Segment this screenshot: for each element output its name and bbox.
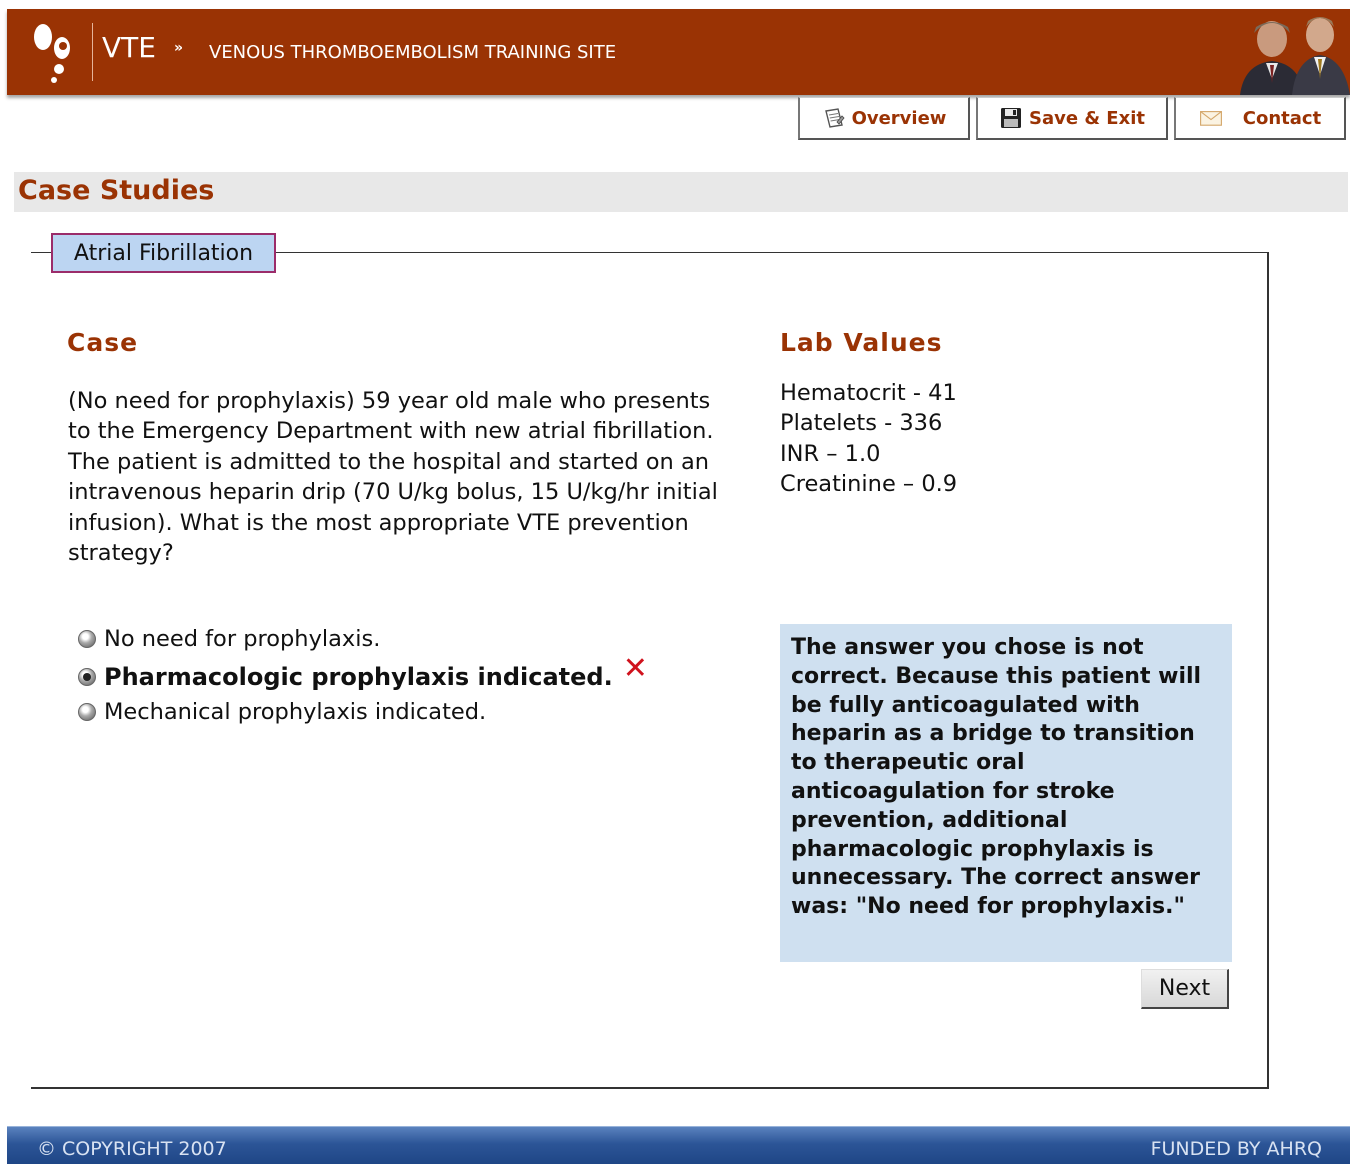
radio-no-prophylaxis[interactable] xyxy=(78,630,96,648)
floppy-disk-icon xyxy=(1001,108,1022,128)
contact-button[interactable]: Contact xyxy=(1174,97,1346,140)
lab-value-creatinine: Creatinine – 0.9 xyxy=(780,471,958,498)
contact-label: Contact xyxy=(1242,107,1322,129)
next-button[interactable]: Next xyxy=(1141,969,1229,1009)
frame-border-right xyxy=(1267,252,1269,1089)
feedback-text: The answer you chose is not correct. Bec… xyxy=(791,635,1202,920)
case-description: (No need for prophylaxis) 59 year old ma… xyxy=(68,388,718,567)
overview-label: Overview xyxy=(851,107,947,129)
frame-border-bottom xyxy=(31,1087,1269,1089)
option-pharmacologic-prophylaxis[interactable]: Pharmacologic prophylaxis indicated. ✕ xyxy=(78,654,648,692)
copyright-text: © COPYRIGHT 2007 xyxy=(37,1138,227,1160)
funding-text: FUNDED BY AHRQ xyxy=(1150,1138,1322,1160)
option-label: No need for prophylaxis. xyxy=(104,626,381,652)
option-no-prophylaxis[interactable]: No need for prophylaxis. xyxy=(78,626,380,652)
overview-button[interactable]: Overview xyxy=(798,97,970,140)
save-exit-label: Save & Exit xyxy=(1029,107,1145,129)
notepad-icon xyxy=(824,108,845,128)
radio-pharmacologic-prophylaxis[interactable] xyxy=(78,668,96,686)
page-title-bar: Case Studies xyxy=(14,172,1348,212)
site-abbreviation: VTE xyxy=(102,31,156,64)
lab-value-hematocrit: Hematocrit - 41 xyxy=(780,380,957,406)
site-header: VTE » VENOUS THROMBOEMBOLISM TRAINING SI… xyxy=(7,9,1350,95)
header-divider xyxy=(92,23,93,81)
save-exit-button[interactable]: Save & Exit xyxy=(976,97,1168,140)
envelope-icon xyxy=(1199,111,1222,126)
page-title: Case Studies xyxy=(18,175,215,206)
lab-values-heading: Lab Values xyxy=(780,328,943,357)
lab-value-inr: INR – 1.0 xyxy=(780,440,881,467)
option-label: Mechanical prophylaxis indicated. xyxy=(104,699,487,725)
site-footer: © COPYRIGHT 2007 FUNDED BY AHRQ xyxy=(7,1126,1350,1164)
radio-mechanical-prophylaxis[interactable] xyxy=(78,703,96,721)
lab-values-list: Hematocrit - 41 Platelets - 336 INR – 1.… xyxy=(780,378,957,500)
site-name: VENOUS THROMBOEMBOLISM TRAINING SITE xyxy=(209,42,617,63)
incorrect-x-icon: ✕ xyxy=(622,651,648,686)
option-mechanical-prophylaxis[interactable]: Mechanical prophylaxis indicated. xyxy=(78,699,486,725)
vte-logo-icon xyxy=(34,24,70,83)
feedback-box: The answer you chose is not correct. Bec… xyxy=(780,624,1232,962)
header-separator: » xyxy=(174,40,184,56)
option-label: Pharmacologic prophylaxis indicated. xyxy=(104,663,613,691)
case-heading: Case xyxy=(67,328,139,357)
lab-value-platelets: Platelets - 336 xyxy=(780,410,943,437)
presenters-photo-icon xyxy=(1232,9,1350,95)
case-study-legend: Atrial Fibrillation xyxy=(51,233,276,273)
